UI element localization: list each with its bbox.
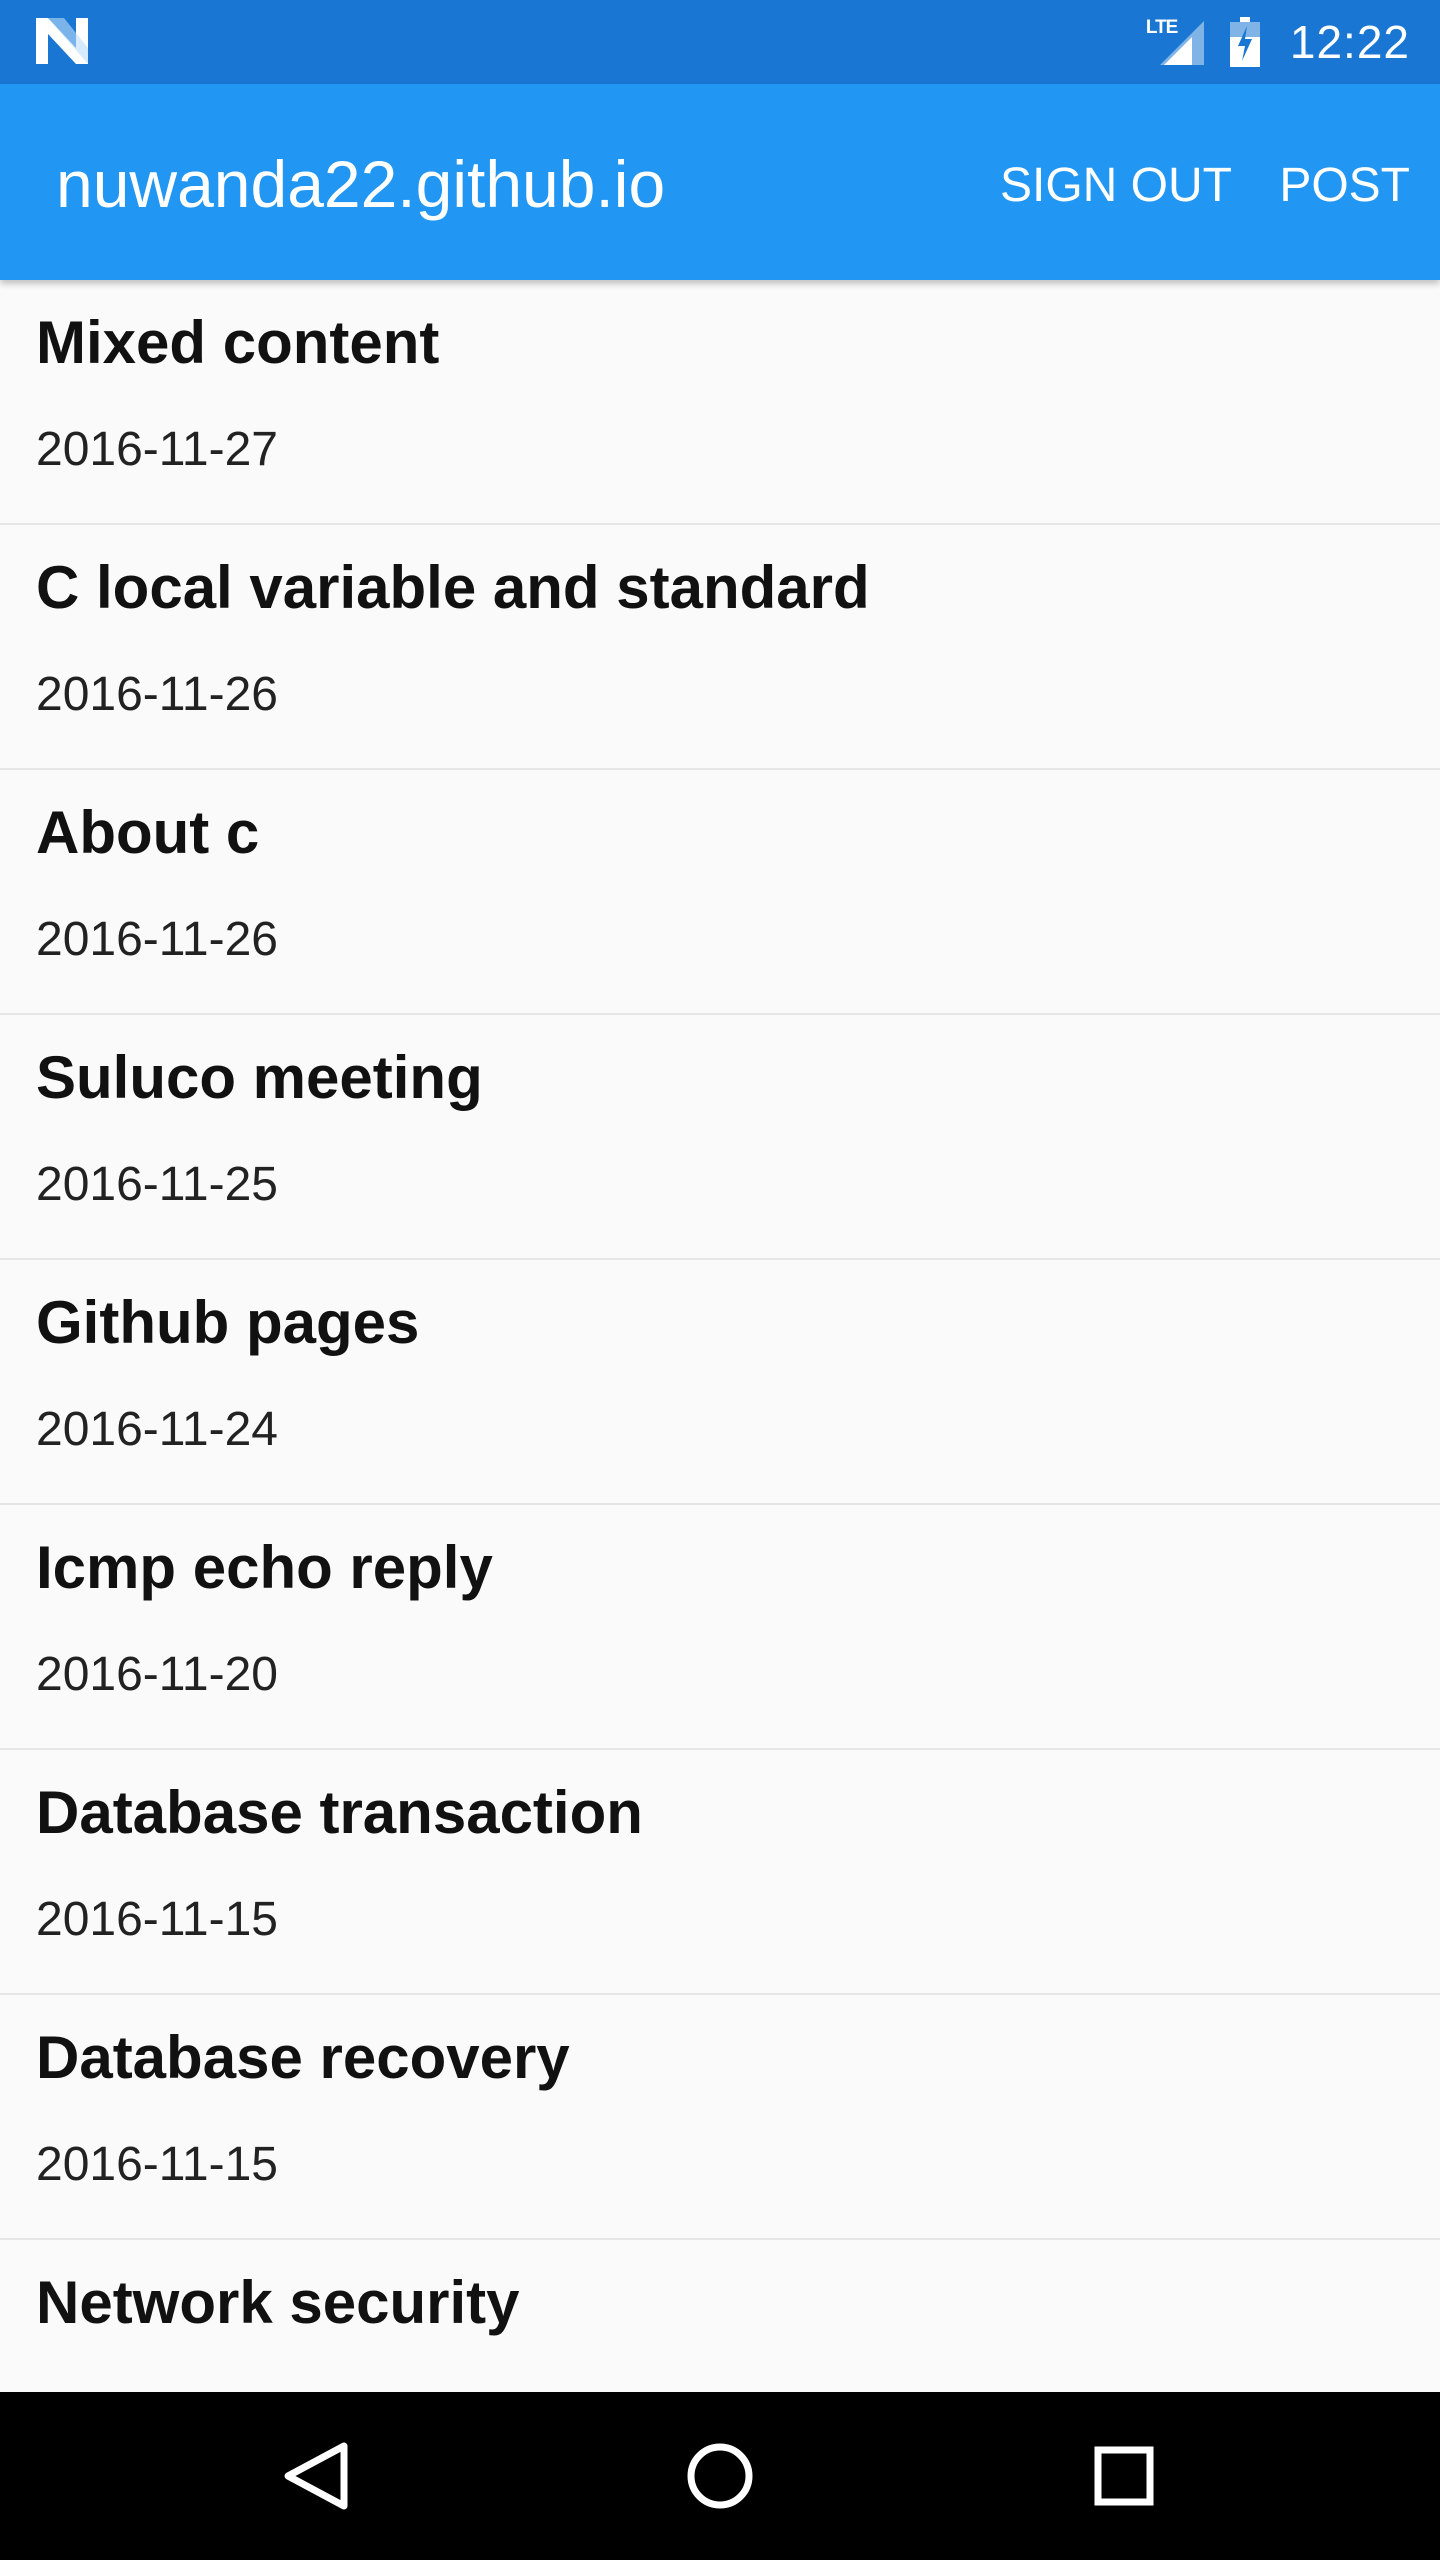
sign-out-button[interactable]: SIGN OUT (1000, 158, 1232, 213)
status-icons: LTE 12:22 (1146, 0, 1410, 84)
post-date: 2016-11-27 (36, 423, 278, 476)
post-date: 2016-11-26 (36, 668, 278, 721)
app-title: nuwanda22.github.io (56, 147, 666, 221)
recents-square-icon[interactable] (1074, 2426, 1174, 2526)
signal-icon: LTE (1146, 17, 1208, 67)
post-date: 2016-11-15 (36, 1893, 278, 1946)
n-logo-icon (36, 18, 88, 64)
app-bar: nuwanda22.github.io SIGN OUT POST (0, 84, 1440, 280)
list-item[interactable]: Database transaction 2016-11-15 (0, 1750, 1440, 1995)
list-item[interactable]: Mixed content 2016-11-27 (0, 280, 1440, 525)
post-date: 2016-11-20 (36, 1648, 278, 1701)
list-item[interactable]: C local variable and standard 2016-11-26 (0, 525, 1440, 770)
post-list[interactable]: Mixed content 2016-11-27 C local variabl… (0, 280, 1440, 2392)
back-triangle-icon[interactable] (266, 2426, 366, 2526)
list-item[interactable]: Github pages 2016-11-24 (0, 1260, 1440, 1505)
list-item[interactable]: Network security (0, 2240, 1440, 2392)
post-title: About c (36, 799, 260, 866)
list-item[interactable]: Database recovery 2016-11-15 (0, 1995, 1440, 2240)
post-title: C local variable and standard (36, 554, 870, 621)
post-title: Icmp echo reply (36, 1534, 493, 1601)
post-title: Database transaction (36, 1779, 643, 1846)
status-time: 12:22 (1289, 16, 1410, 68)
post-title: Database recovery (36, 2024, 570, 2091)
home-circle-icon[interactable] (670, 2426, 770, 2526)
post-date: 2016-11-26 (36, 913, 278, 966)
status-bar: LTE 12:22 (0, 0, 1440, 84)
post-button[interactable]: POST (1279, 158, 1410, 213)
list-item[interactable]: Suluco meeting 2016-11-25 (0, 1015, 1440, 1260)
post-title: Network security (36, 2269, 520, 2336)
screen: LTE 12:22 nuwanda22.github.io SIGN OUT P… (0, 0, 1440, 2560)
navigation-bar (0, 2392, 1440, 2560)
list-item[interactable]: Icmp echo reply 2016-11-20 (0, 1505, 1440, 1750)
post-date: 2016-11-15 (36, 2138, 278, 2191)
post-title: Github pages (36, 1289, 420, 1356)
post-title: Suluco meeting (36, 1044, 483, 1111)
post-date: 2016-11-25 (36, 1158, 278, 1211)
battery-charging-icon (1229, 17, 1260, 67)
post-title: Mixed content (36, 309, 440, 376)
list-item[interactable]: About c 2016-11-26 (0, 770, 1440, 1015)
post-date: 2016-11-24 (36, 1403, 278, 1456)
